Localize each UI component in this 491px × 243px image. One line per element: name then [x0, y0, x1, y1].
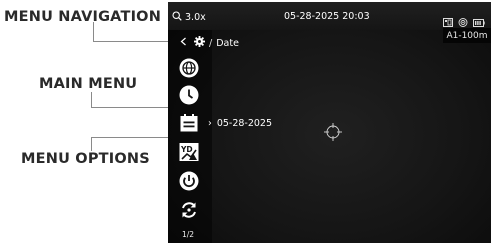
- globe-icon[interactable]: [178, 57, 200, 79]
- status-datetime: 05-28-2025 20:03: [284, 11, 370, 22]
- reset-icon[interactable]: [178, 199, 200, 221]
- crosshair-reticle-icon: [323, 122, 343, 142]
- callout-main-menu: MAIN MENU: [39, 76, 138, 92]
- gear-icon: [194, 36, 205, 50]
- magnifier-icon: [172, 11, 182, 24]
- zoom-level: 3.0x: [185, 12, 206, 23]
- breadcrumb-separator: /: [209, 37, 213, 49]
- option-value: 05-28-2025: [216, 118, 273, 129]
- video-mode-icon[interactable]: YD: [178, 141, 200, 163]
- calendar-icon[interactable]: [178, 112, 200, 134]
- range-indicator: A1-100m: [443, 28, 491, 43]
- device-screen: 3.0x 05-28-2025 20:03 A1-100m / Date YD …: [168, 2, 491, 243]
- page-indicator: 1/2: [182, 230, 195, 239]
- status-bar: 3.0x 05-28-2025 20:03: [168, 2, 491, 30]
- callout-menu-navigation: MENU NAVIGATION: [4, 9, 162, 25]
- breadcrumb-current: Date: [216, 37, 239, 49]
- zoom-indicator: 3.0x: [172, 11, 206, 24]
- svg-text:YD: YD: [180, 145, 193, 154]
- chevron-left-icon[interactable]: [180, 37, 187, 49]
- menu-option-date[interactable]: › 05-28-2025: [208, 118, 272, 129]
- option-arrow: ›: [208, 118, 212, 129]
- callout-menu-options: MENU OPTIONS: [21, 151, 150, 167]
- menu-breadcrumb: / Date: [180, 36, 239, 50]
- power-icon[interactable]: [178, 170, 200, 192]
- clock-icon[interactable]: [178, 84, 200, 106]
